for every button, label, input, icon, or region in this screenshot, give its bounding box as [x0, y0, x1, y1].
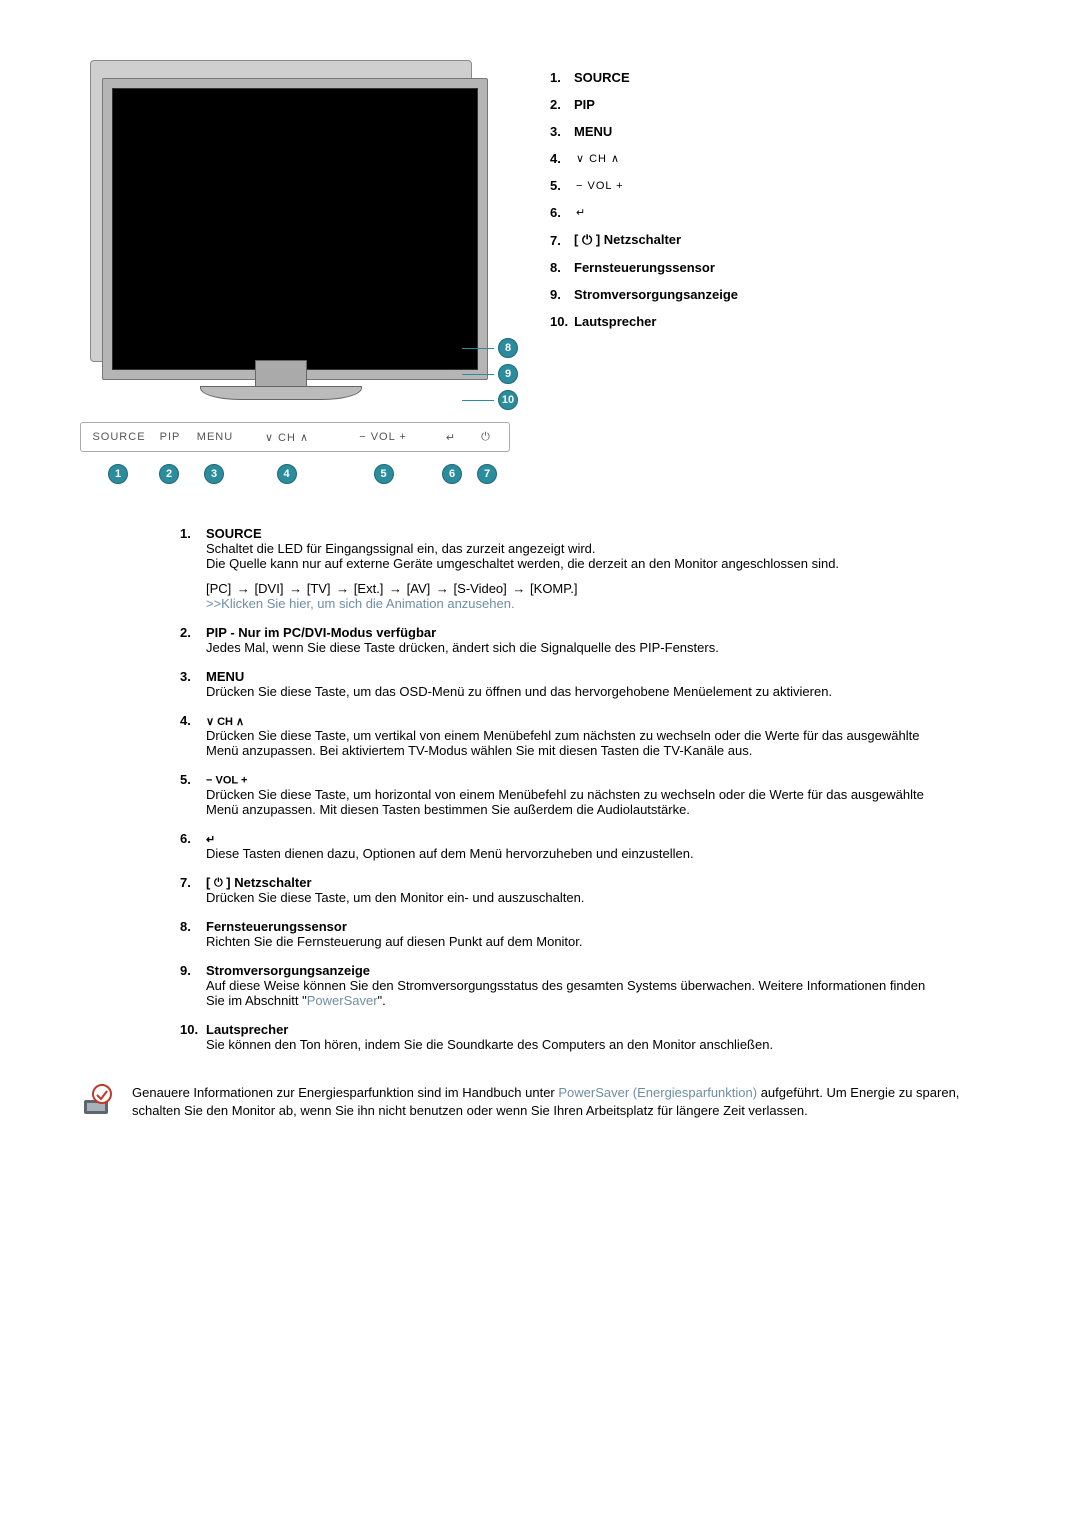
- monitor-screen: [112, 88, 478, 370]
- legend-item-5: 5.− VOL +: [550, 178, 1000, 193]
- callout-badge-3: 3: [204, 464, 224, 484]
- callout-badge-8: 8: [498, 338, 518, 358]
- callout-badge-1: 1: [108, 464, 128, 484]
- legend-item-4: 4.∨ CH ∧: [550, 151, 1000, 166]
- callout-badge-7: 7: [477, 464, 497, 484]
- panel-enter-icon: ↵: [431, 431, 471, 444]
- callout-number-row: 1 2 3 4 5 6 7: [80, 460, 510, 488]
- figure-and-legend: 8 9 10 SOURCE PIP MENU ∨ CH ∧ − VOL + ↵ …: [80, 60, 1000, 488]
- desc-item-10: 10. Lautsprecher Sie können den Ton höre…: [180, 1022, 940, 1052]
- panel-menu-label: MENU: [191, 431, 239, 443]
- callout-badge-10: 10: [498, 390, 518, 410]
- vol-symbol-icon: − VOL +: [576, 180, 624, 192]
- callout-badge-2: 2: [159, 464, 179, 484]
- enter-symbol-icon: ↵: [576, 206, 586, 219]
- desc-item-7: 7. [ ⏻ ] Netzschalter Drücken Sie diese …: [180, 875, 940, 905]
- callout-badge-9: 9: [498, 364, 518, 384]
- panel-source-label: SOURCE: [89, 431, 149, 443]
- legend-list: 1.SOURCE 2.PIP 3.MENU 4.∨ CH ∧ 5.− VOL +…: [550, 60, 1000, 341]
- legend-item-7: 7.[ ⏻ ] Netzschalter: [550, 232, 1000, 248]
- legend-item-2: 2.PIP: [550, 97, 1000, 112]
- monitor-stand-base: [200, 386, 362, 400]
- callout-badge-6: 6: [442, 464, 462, 484]
- animation-link[interactable]: >>Klicken Sie hier, um sich die Animatio…: [206, 596, 940, 611]
- legend-item-10: 10.Lautsprecher: [550, 314, 1000, 329]
- button-panel: SOURCE PIP MENU ∨ CH ∧ − VOL + ↵ ⏻: [80, 422, 510, 452]
- legend-item-9: 9.Stromversorgungsanzeige: [550, 287, 1000, 302]
- note-text: Genauere Informationen zur Energiesparfu…: [132, 1084, 1000, 1119]
- description-list: 1. SOURCE Schaltet die LED für Eingangss…: [180, 526, 940, 1052]
- figure-column: 8 9 10 SOURCE PIP MENU ∨ CH ∧ − VOL + ↵ …: [80, 60, 520, 488]
- desc-item-8: 8. Fernsteuerungssensor Richten Sie die …: [180, 919, 940, 949]
- monitor-illustration: 8 9 10: [80, 60, 510, 410]
- legend-item-1: 1.SOURCE: [550, 70, 1000, 85]
- legend-item-6: 6.↵: [550, 205, 1000, 220]
- desc-item-5: 5. − VOL + Drücken Sie diese Taste, um h…: [180, 772, 940, 817]
- desc-item-1: 1. SOURCE Schaltet die LED für Eingangss…: [180, 526, 940, 611]
- side-callouts: 8 9 10: [462, 338, 518, 410]
- panel-vol-symbol: − VOL +: [335, 431, 431, 443]
- power-icon: ⏻: [214, 877, 223, 889]
- document-page: 8 9 10 SOURCE PIP MENU ∨ CH ∧ − VOL + ↵ …: [0, 0, 1080, 1179]
- legend-item-3: 3.MENU: [550, 124, 1000, 139]
- energy-note: Genauere Informationen zur Energiesparfu…: [80, 1084, 1000, 1119]
- callout-badge-4: 4: [277, 464, 297, 484]
- desc-item-2: 2. PIP - Nur im PC/DVI-Modus verfügbar J…: [180, 625, 940, 655]
- vol-symbol-icon: − VOL +: [206, 775, 247, 787]
- panel-pip-label: PIP: [149, 431, 191, 443]
- enter-symbol-icon: ↵: [206, 834, 215, 846]
- desc-item-6: 6. ↵ Diese Tasten dienen dazu, Optionen …: [180, 831, 940, 861]
- powersaver-link[interactable]: PowerSaver: [307, 993, 378, 1008]
- legend-item-8: 8.Fernsteuerungssensor: [550, 260, 1000, 275]
- callout-badge-5: 5: [374, 464, 394, 484]
- desc-item-3: 3. MENU Drücken Sie diese Taste, um das …: [180, 669, 940, 699]
- ch-symbol-icon: ∨ CH ∧: [206, 716, 244, 728]
- panel-power-icon: ⏻: [471, 431, 501, 444]
- note-icon: [80, 1084, 114, 1118]
- panel-ch-symbol: ∨ CH ∧: [239, 431, 335, 444]
- desc-item-9: 9. Stromversorgungsanzeige Auf diese Wei…: [180, 963, 940, 1008]
- desc-item-4: 4. ∨ CH ∧ Drücken Sie diese Taste, um ve…: [180, 713, 940, 758]
- ch-symbol-icon: ∨ CH ∧: [576, 152, 620, 165]
- powersaver-note-link[interactable]: PowerSaver (Energiesparfunktion): [558, 1085, 757, 1100]
